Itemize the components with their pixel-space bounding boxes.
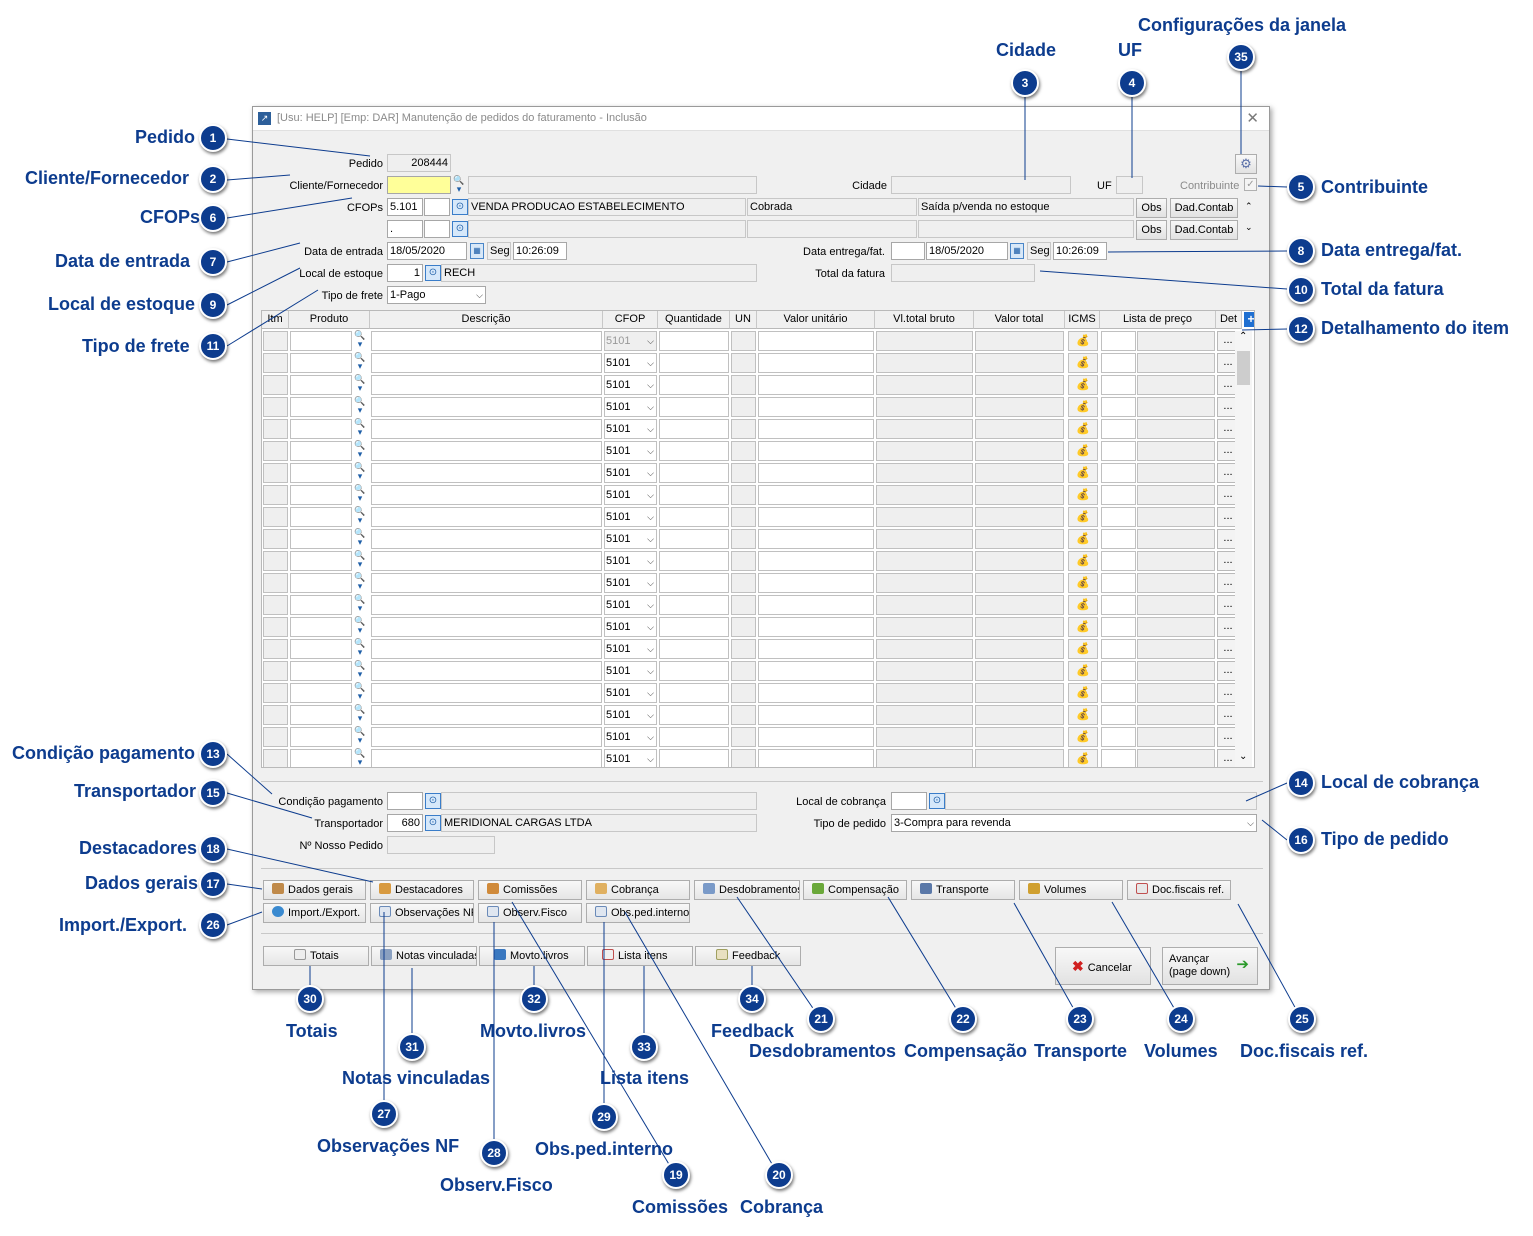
callout-28-label: Observ.Fisco [440, 1175, 553, 1195]
callout-35: 35 [1227, 43, 1255, 71]
callout-1: 1 [199, 124, 227, 152]
callout-25: 25 [1288, 1005, 1316, 1033]
callout-14: 14 [1287, 769, 1315, 797]
callout-13: 13 [199, 740, 227, 768]
callout-15-label: Transportador [74, 781, 197, 801]
callout-21-label: Desdobramentos [749, 1041, 897, 1061]
callout-17-label: Dados gerais [85, 873, 199, 893]
callout-14-label: Local de cobrança [1321, 772, 1480, 792]
callout-2: 2 [199, 165, 227, 193]
callout-8-label: Data entrega/fat. [1321, 240, 1463, 260]
callout-17: 17 [199, 870, 227, 898]
callout-2-label: Cliente/Fornecedor [25, 168, 190, 188]
callout-24: 24 [1167, 1005, 1195, 1033]
callout-30-label: Totais [286, 1021, 338, 1041]
callout-18-label: Destacadores [79, 838, 198, 858]
callout-20: 20 [765, 1161, 793, 1189]
callout-30: 30 [296, 985, 324, 1013]
callout-11: 11 [199, 332, 227, 360]
callout-35-label: Configurações da janela [1138, 15, 1347, 35]
callout-16: 16 [1287, 826, 1315, 854]
callout-9: 9 [199, 291, 227, 319]
callout-6-label: CFOPs [140, 207, 201, 227]
callout-5-label: Contribuinte [1321, 177, 1428, 197]
callout-33: 33 [630, 1033, 658, 1061]
callout-4-label: UF [1118, 40, 1142, 60]
callout-18: 18 [199, 835, 227, 863]
callout-23: 23 [1066, 1005, 1094, 1033]
callout-32-label: Movto.livros [480, 1021, 587, 1041]
callout-19: 19 [662, 1161, 690, 1189]
callout-6: 6 [199, 204, 227, 232]
callout-22-label: Compensação [904, 1041, 1028, 1061]
callout-24-label: Volumes [1144, 1041, 1218, 1061]
callout-1-label: Pedido [135, 127, 196, 147]
callout-19-label: Comissões [632, 1197, 729, 1217]
callout-34-label: Feedback [711, 1021, 795, 1041]
callout-20-label: Cobrança [740, 1197, 824, 1217]
callout-12-label: Detalhamento do item [1321, 318, 1510, 338]
callout-10: 10 [1287, 276, 1315, 304]
callout-7: 7 [199, 248, 227, 276]
callout-13-label: Condição pagamento [12, 743, 196, 763]
callout-26-label: Import./Export. [59, 915, 188, 935]
callout-3-label: Cidade [996, 40, 1057, 60]
callout-28: 28 [480, 1139, 508, 1167]
callout-10-label: Total da fatura [1321, 279, 1444, 299]
callout-27: 27 [370, 1100, 398, 1128]
callout-4: 4 [1118, 69, 1146, 97]
callout-22: 22 [949, 1005, 977, 1033]
callout-31-label: Notas vinculadas [342, 1068, 491, 1088]
callout-5: 5 [1287, 173, 1315, 201]
callout-8: 8 [1287, 237, 1315, 265]
callout-15: 15 [199, 779, 227, 807]
callout-27-label: Observações NF [317, 1136, 460, 1156]
callout-29-label: Obs.ped.interno [535, 1139, 674, 1159]
callout-7-label: Data de entrada [55, 251, 191, 271]
callout-21: 21 [807, 1005, 835, 1033]
callout-3: 3 [1011, 69, 1039, 97]
callout-26: 26 [199, 911, 227, 939]
callout-33-label: Lista itens [600, 1068, 690, 1088]
callout-9-label: Local de estoque [48, 294, 196, 314]
callout-31: 31 [398, 1033, 426, 1061]
callout-32: 32 [520, 985, 548, 1013]
callout-23-label: Transporte [1034, 1041, 1128, 1061]
callout-25-label: Doc.fiscais ref. [1240, 1041, 1369, 1061]
callout-29: 29 [590, 1103, 618, 1131]
callout-12: 12 [1287, 315, 1315, 343]
callout-16-label: Tipo de pedido [1321, 829, 1449, 849]
callout-11-label: Tipo de frete [82, 336, 190, 356]
callout-34: 34 [738, 985, 766, 1013]
